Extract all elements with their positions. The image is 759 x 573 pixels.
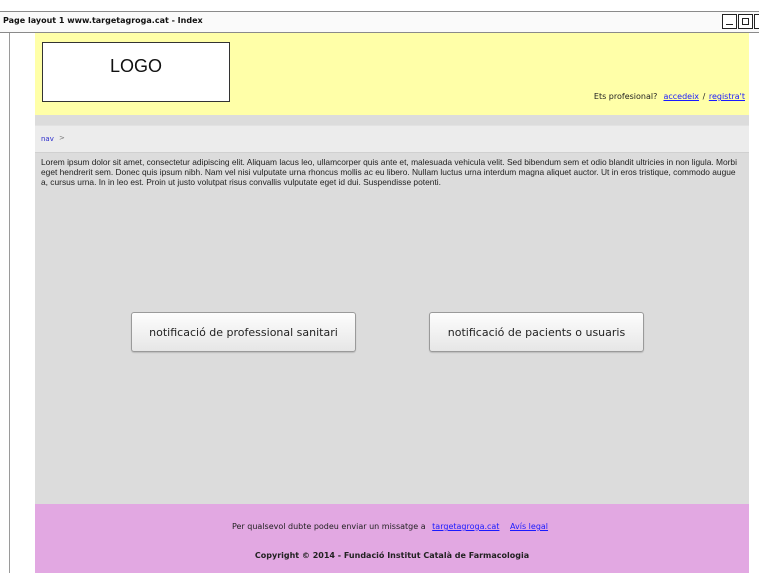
minimize-icon[interactable] xyxy=(722,14,737,29)
login-link[interactable]: accedeix xyxy=(663,92,699,101)
chevron-right-icon: > xyxy=(59,134,65,142)
professional-notification-button[interactable]: notificació de professional sanitari xyxy=(131,312,356,352)
contact-text: Per qualsevol dubte podeu enviar un miss… xyxy=(231,522,426,531)
contact-email-link[interactable]: targetagroga.cat xyxy=(432,522,499,531)
link-separator: / xyxy=(702,92,706,101)
page-header: LOGO Ets profesional? accedeix / registr… xyxy=(35,33,749,116)
close-icon[interactable] xyxy=(754,14,759,29)
register-link[interactable]: registra't xyxy=(709,92,745,101)
account-links: Ets profesional? accedeix / registra't xyxy=(594,92,746,101)
professional-question: Ets profesional? xyxy=(593,92,658,101)
window-titlebar: Page layout 1 www.targetagroga.cat - Ind… xyxy=(0,11,759,33)
legal-notice-link[interactable]: Avís legal xyxy=(510,522,548,531)
window-frame-border xyxy=(9,33,10,573)
window-title: Page layout 1 www.targetagroga.cat - Ind… xyxy=(3,16,203,25)
breadcrumb: nav > xyxy=(35,125,749,153)
copyright-text: Copyright © 2014 - Fundació Institut Cat… xyxy=(254,551,530,560)
logo-text: LOGO xyxy=(109,55,162,76)
footer-contact: Per qualsevol dubte podeu enviar un miss… xyxy=(35,522,749,531)
nav-link[interactable]: nav xyxy=(41,135,54,143)
intro-text: Lorem ipsum dolor sit amet, consectetur … xyxy=(41,157,737,187)
page-footer: Per qualsevol dubte podeu enviar un miss… xyxy=(35,504,749,573)
window-controls xyxy=(721,14,759,29)
maximize-icon[interactable] xyxy=(738,14,753,29)
main-content: nav > Lorem ipsum dolor sit amet, consec… xyxy=(35,115,749,504)
logo[interactable]: LOGO xyxy=(42,42,230,102)
patient-notification-button[interactable]: notificació de pacients o usuaris xyxy=(429,312,644,352)
